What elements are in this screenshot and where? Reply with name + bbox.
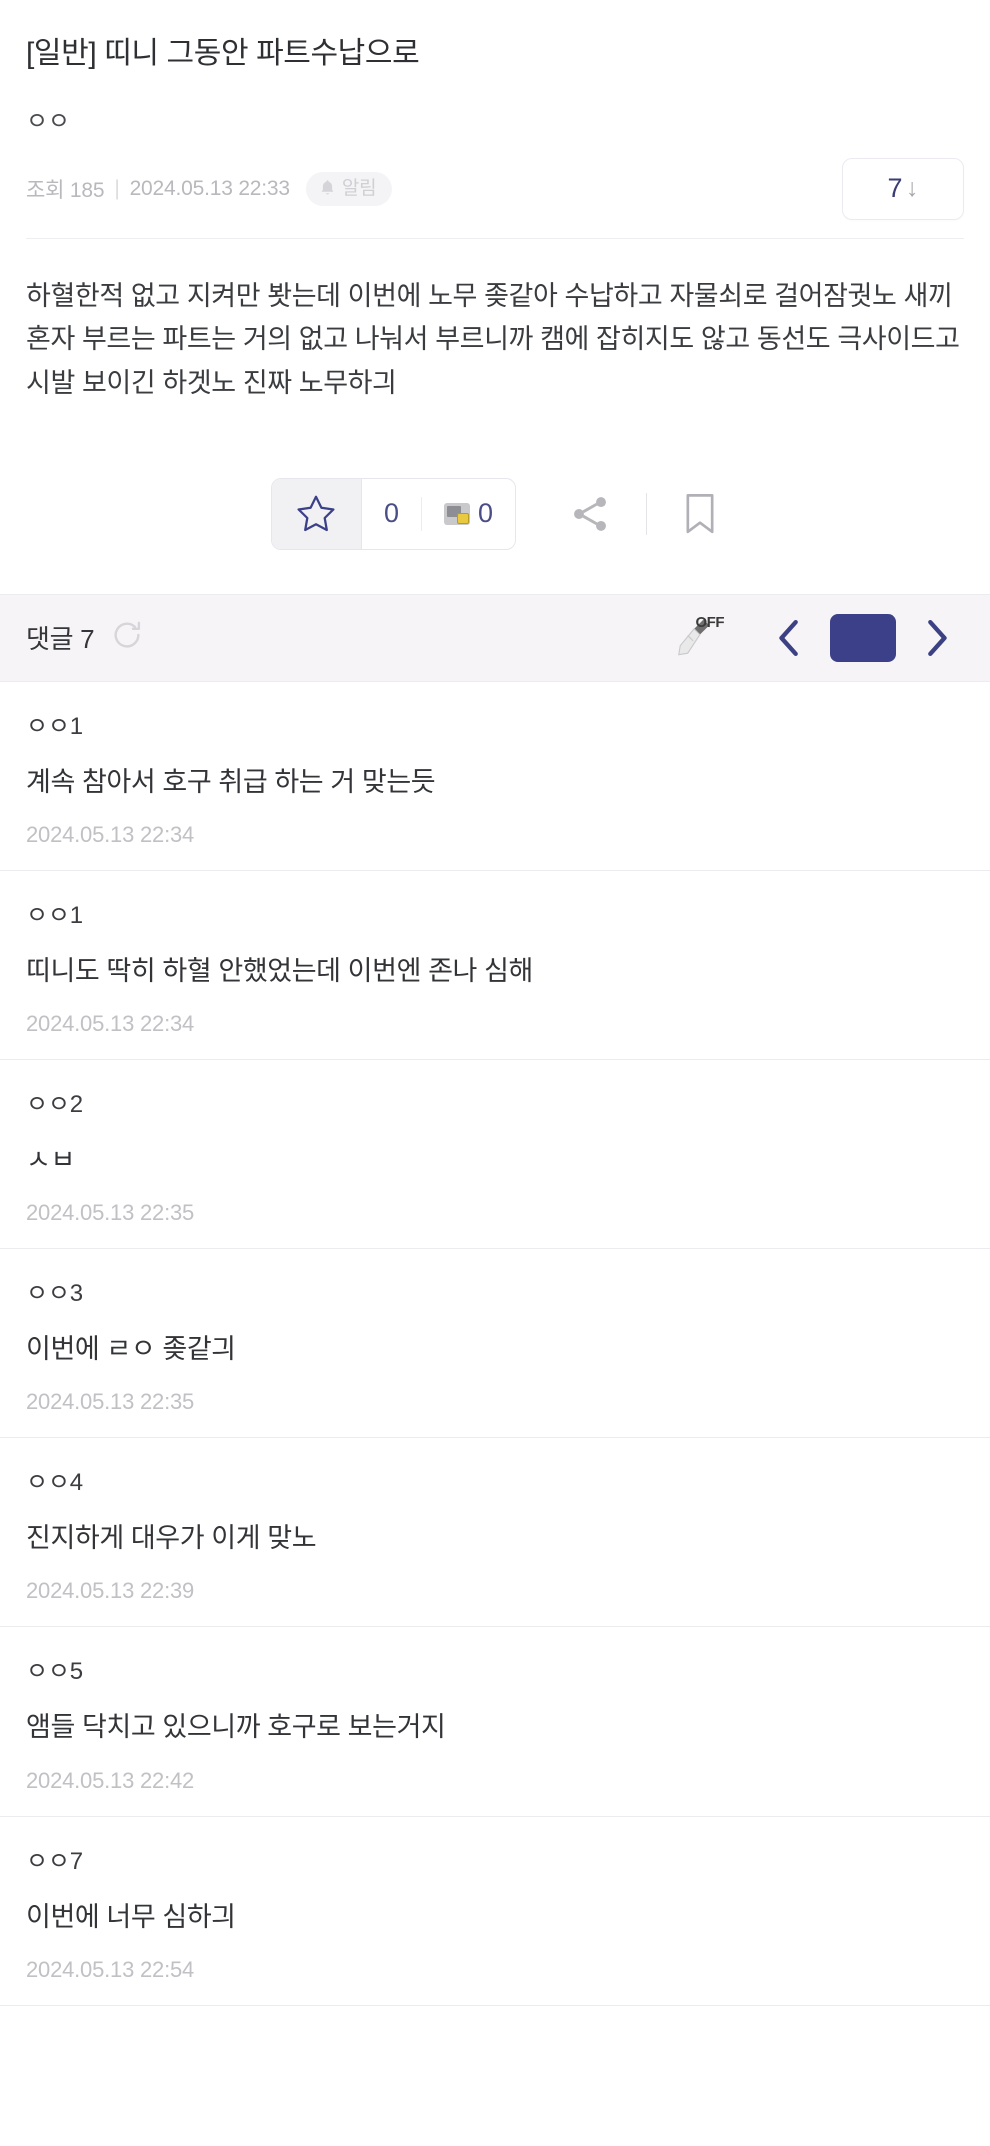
- post-action-bar: 0 0: [0, 406, 990, 594]
- vote-down-button[interactable]: 7 ↓: [842, 157, 964, 220]
- arrow-down-icon: ↓: [906, 174, 919, 202]
- image-count-button[interactable]: 0: [422, 479, 515, 549]
- comment-count-label: 댓글 7: [26, 624, 95, 655]
- chevron-right-icon: [928, 619, 947, 656]
- comment-author[interactable]: ㅇㅇ1: [26, 706, 964, 741]
- comment-header-right: OFF: [672, 611, 964, 665]
- bell-icon: [321, 180, 334, 195]
- comment-header-left: 댓글 7: [26, 618, 144, 657]
- prev-page-button[interactable]: [762, 611, 816, 665]
- comment-author[interactable]: ㅇㅇ1: [26, 895, 964, 930]
- alarm-label: 알림: [341, 177, 377, 199]
- comment-item[interactable]: ㅇㅇ1 계속 참아서 호구 취급 하는 거 맞는듯 2024.05.13 22:34: [0, 682, 990, 871]
- comment-text: ㅅㅂ: [26, 1144, 75, 1175]
- comment-author[interactable]: ㅇㅇ3: [26, 1273, 964, 1308]
- comment-text: 이번에 ㄹㅇ 좆같긔: [26, 1334, 236, 1365]
- comment-item[interactable]: ㅇㅇ7 이번에 너무 심하긔 2024.05.13 22:54: [0, 1817, 990, 2006]
- post-meta-row: 조회 185 | 2024.05.13 22:33 알림 7 ↓: [26, 157, 964, 220]
- comment-author[interactable]: ㅇㅇ5: [26, 1651, 964, 1686]
- comment-header-bar: 댓글 7 OFF: [0, 593, 990, 682]
- comment-date: 2024.05.13 22:34: [26, 1010, 195, 1036]
- comment-date: 2024.05.13 22:39: [26, 1578, 195, 1604]
- comment-date: 2024.05.13 22:35: [26, 1389, 195, 1415]
- comment-date: 2024.05.13 22:35: [26, 1200, 195, 1226]
- post-meta: 조회 185 | 2024.05.13 22:33 알림: [26, 171, 393, 206]
- comment-date: 2024.05.13 22:34: [26, 821, 195, 847]
- alarm-button[interactable]: 알림: [305, 171, 393, 206]
- comment-date: 2024.05.13 22:42: [26, 1767, 195, 1793]
- refresh-comments-button[interactable]: [110, 618, 144, 657]
- post-date: 2024.05.13 22:33: [129, 176, 290, 200]
- recommend-group: 0 0: [270, 477, 517, 550]
- comment-item[interactable]: ㅇㅇ4 진지하게 대우가 이게 맞노 2024.05.13 22:39: [0, 1438, 990, 1628]
- comment-text: 계속 참아서 호구 취급 하는 거 맞는듯: [26, 766, 436, 797]
- comment-text: 이번에 너무 심하긔: [26, 1901, 236, 1932]
- bookmark-button[interactable]: [681, 491, 719, 537]
- action-divider: [646, 492, 648, 535]
- comment-text: 띠니도 딱히 하혈 안했었는데 이번엔 존나 심해: [26, 955, 533, 986]
- post-author[interactable]: ㅇㅇ: [26, 101, 964, 136]
- view-count: 조회 185: [26, 178, 105, 202]
- comment-list: ㅇㅇ1 계속 참아서 호구 취급 하는 거 맞는듯 2024.05.13 22:34…: [0, 682, 990, 2006]
- post-body: 하혈한적 없고 지켜만 봣는데 이번에 노무 좆같아 수납하고 자물쇠로 걸어잠…: [26, 280, 960, 398]
- bookmark-icon: [686, 493, 714, 533]
- comment-item[interactable]: ㅇㅇ5 앰들 닥치고 있으니까 호구로 보는거지 2024.05.13 22:42: [0, 1627, 990, 1817]
- comment-author[interactable]: ㅇㅇ4: [26, 1462, 964, 1497]
- chevron-left-icon: [779, 619, 798, 656]
- comment-author[interactable]: ㅇㅇ7: [26, 1841, 964, 1876]
- comment-item[interactable]: ㅇㅇ2 ㅅㅂ 2024.05.13 22:35: [0, 1060, 990, 1250]
- page-title: [일반] 띠니 그동안 파트수납으로: [26, 37, 420, 70]
- recommend-count[interactable]: 0: [362, 479, 421, 549]
- comment-item[interactable]: ㅇㅇ1 띠니도 딱히 하혈 안했었는데 이번엔 존나 심해 2024.05.13 2…: [0, 871, 990, 1060]
- comment-text: 앰들 닥치고 있으니까 호구로 보는거지: [26, 1712, 446, 1743]
- share-button[interactable]: [568, 492, 612, 536]
- cleaner-off-label: OFF: [695, 613, 725, 631]
- refresh-icon: [114, 621, 141, 648]
- comment-cleaner-toggle[interactable]: OFF: [672, 614, 726, 662]
- image-icon: [444, 502, 470, 525]
- comment-text: 진지하게 대우가 이게 맞노: [26, 1523, 317, 1554]
- image-count: 0: [478, 498, 494, 529]
- star-icon: [297, 495, 335, 531]
- vote-count: 7: [887, 173, 903, 203]
- comment-author[interactable]: ㅇㅇ2: [26, 1084, 964, 1119]
- next-page-button[interactable]: [910, 611, 964, 665]
- meta-separator: |: [114, 176, 120, 200]
- post-header: [일반] 띠니 그동안 파트수납으로 ㅇㅇ 조회 185 | 2024.05.1…: [0, 0, 990, 239]
- comment-date: 2024.05.13 22:54: [26, 1956, 195, 1982]
- favorite-button[interactable]: [271, 478, 362, 549]
- page-indicator-block[interactable]: [830, 613, 896, 662]
- share-icon: [574, 496, 606, 531]
- comment-item[interactable]: ㅇㅇ3 이번에 ㄹㅇ 좆같긔 2024.05.13 22:35: [0, 1249, 990, 1439]
